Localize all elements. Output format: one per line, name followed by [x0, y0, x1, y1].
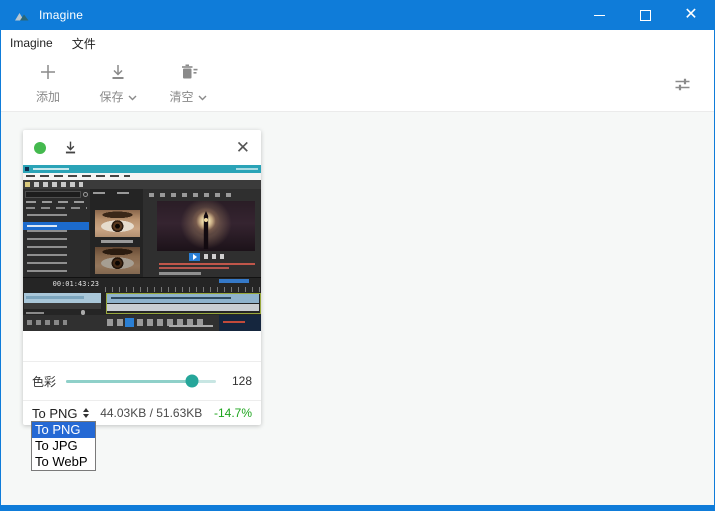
bottom-accent-bar — [1, 505, 714, 511]
save-button-label: 保存 — [99, 88, 123, 105]
download-icon — [63, 140, 78, 155]
save-image-button[interactable] — [63, 140, 78, 155]
dropdown-option-png[interactable]: To PNG — [32, 422, 95, 438]
window-title: Imagine — [39, 8, 83, 22]
slider-label: 色彩 — [32, 373, 56, 390]
close-icon: ✕ — [236, 138, 250, 157]
main-area: ✕ — [1, 112, 714, 505]
app-logo-icon — [14, 10, 30, 21]
status-dot — [34, 142, 46, 154]
color-slider[interactable] — [66, 380, 216, 383]
format-dropdown: To PNG To JPG To WebP — [31, 421, 96, 471]
dropdown-option-jpg[interactable]: To JPG — [32, 438, 95, 454]
chevron-down-icon — [198, 90, 207, 104]
image-preview-thumbnail: 00:01:43:23 — [23, 165, 261, 331]
color-slider-row: 色彩 128 — [23, 362, 261, 400]
savings-percent: -14.7% — [214, 406, 252, 420]
image-card: ✕ — [23, 130, 261, 425]
slider-fill — [66, 380, 192, 383]
close-icon: ✕ — [684, 7, 697, 23]
title-bar: Imagine ✕ — [1, 0, 714, 30]
menu-item-imagine[interactable]: Imagine — [10, 36, 53, 50]
format-select-value: To PNG — [32, 406, 78, 421]
trash-icon — [179, 63, 198, 84]
card-spacer — [23, 331, 261, 361]
plus-icon — [39, 63, 57, 84]
chevron-down-icon — [128, 90, 137, 104]
menu-bar: Imagine 文件 — [1, 30, 714, 56]
add-button-label: 添加 — [36, 88, 60, 105]
maximize-icon — [640, 10, 651, 21]
thumb-eye-image-2 — [95, 247, 140, 274]
format-select[interactable]: To PNG — [32, 406, 89, 421]
app-window: Imagine ✕ Imagine 文件 添加 保存 — [0, 0, 715, 511]
card-header: ✕ — [23, 130, 261, 165]
clear-button-label: 清空 — [169, 88, 193, 105]
thumb-play-button — [189, 253, 200, 261]
remove-image-button[interactable]: ✕ — [236, 139, 250, 156]
add-button[interactable]: 添加 — [27, 63, 69, 111]
size-info: 44.03KB / 51.63KB — [89, 406, 214, 420]
download-icon — [109, 63, 127, 84]
toolbar: 添加 保存 清空 — [1, 56, 714, 112]
clear-button[interactable]: 清空 — [167, 63, 209, 111]
thumb-eye-image — [95, 210, 140, 237]
minimize-button[interactable] — [576, 0, 622, 30]
minimize-icon — [594, 15, 605, 16]
settings-button[interactable] — [673, 75, 692, 99]
dropdown-option-webp[interactable]: To WebP — [32, 454, 95, 470]
sliders-icon — [673, 75, 692, 99]
window-controls: ✕ — [576, 0, 714, 30]
thumb-bigben-image — [157, 201, 255, 251]
menu-item-file[interactable]: 文件 — [72, 35, 96, 52]
slider-value: 128 — [226, 374, 252, 388]
close-button[interactable]: ✕ — [668, 0, 714, 30]
save-button[interactable]: 保存 — [97, 63, 139, 111]
thumb-timecode: 00:01:43:23 — [29, 280, 99, 289]
maximize-button[interactable] — [622, 0, 668, 30]
slider-handle[interactable] — [186, 375, 199, 388]
